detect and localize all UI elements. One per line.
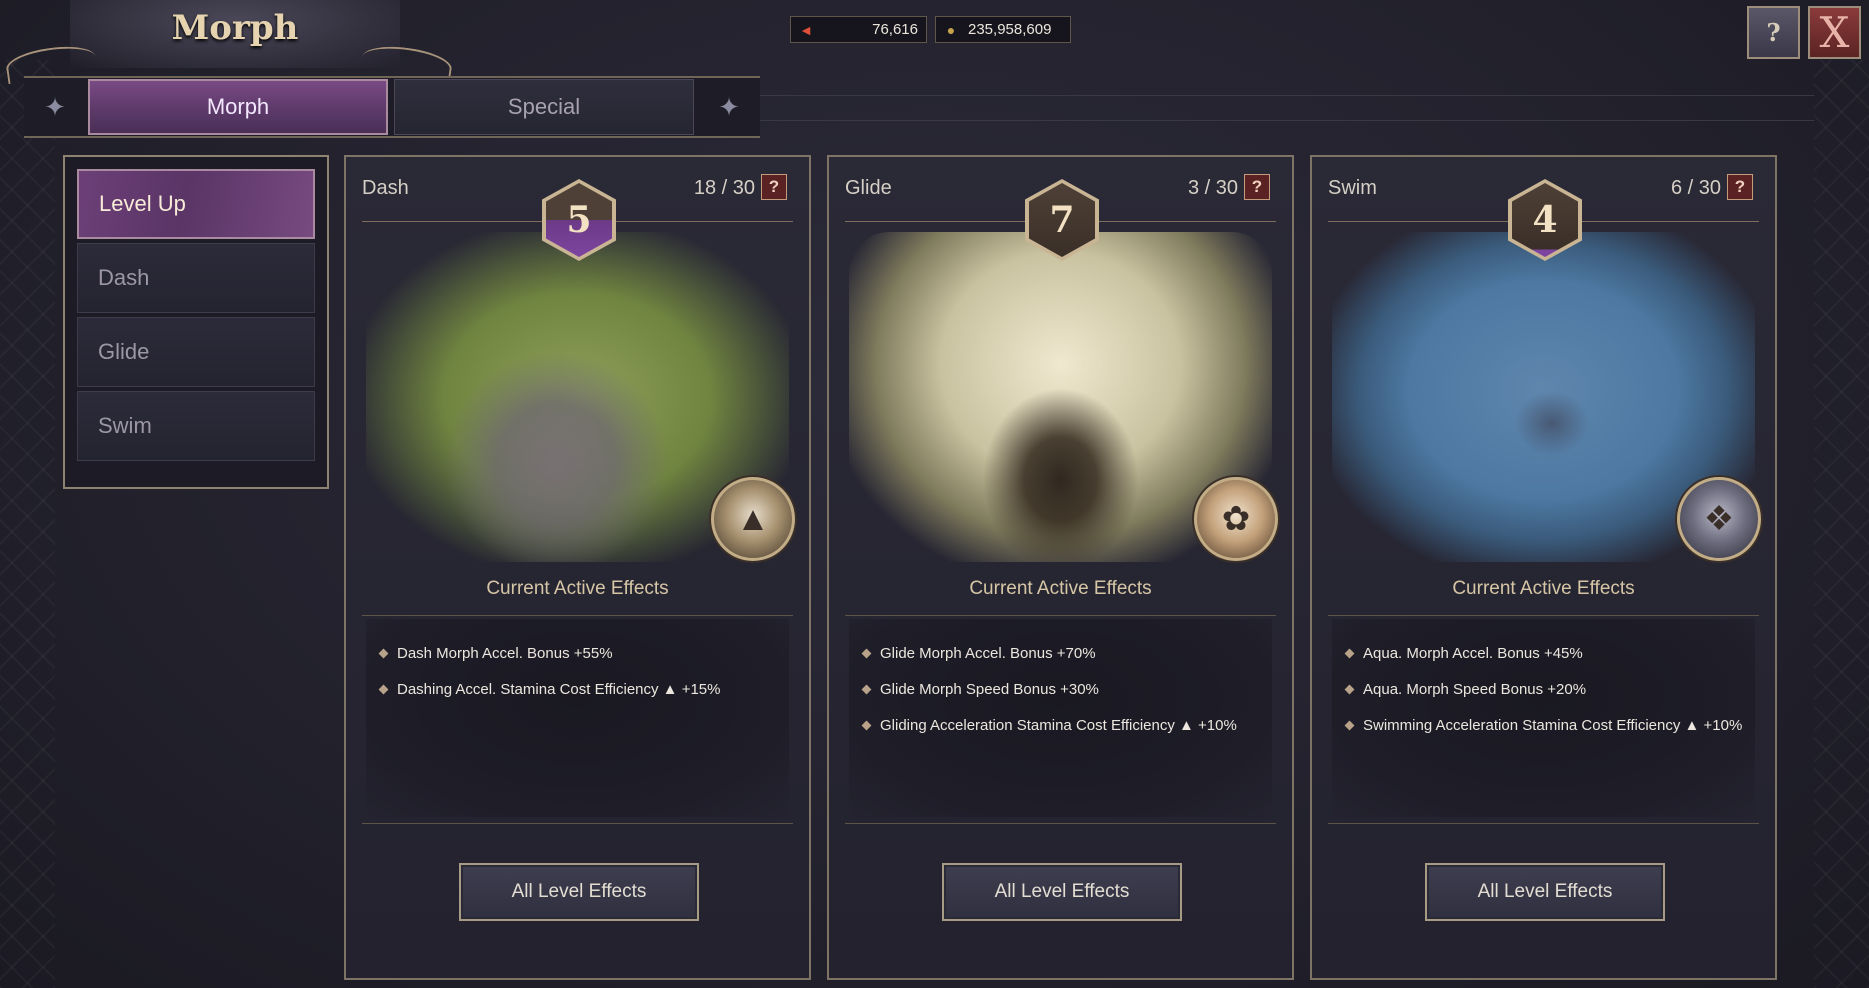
card-title: Swim xyxy=(1328,177,1377,199)
dragon-glyph: ❖ xyxy=(1703,500,1735,538)
window-title: Morph xyxy=(171,8,299,48)
sidebar-item-glide[interactable]: Glide xyxy=(77,317,315,387)
effects-title: Current Active Effects xyxy=(486,578,669,599)
silver-currency: ● 235,958,609 xyxy=(935,16,1071,43)
ticket-value: 76,616 xyxy=(872,21,918,38)
sidebar-item-dash[interactable]: Dash xyxy=(77,243,315,313)
level-value: 7 xyxy=(1029,183,1095,257)
tab-special[interactable]: Special xyxy=(394,79,694,135)
effects-divider xyxy=(362,823,793,824)
header-divider xyxy=(760,95,1814,96)
effect-item: Gliding Acceleration Stamina Cost Effici… xyxy=(863,707,1322,743)
effect-item: Aqua. Morph Accel. Bonus +45% xyxy=(1346,635,1775,671)
effects-divider xyxy=(845,823,1276,824)
help-button[interactable]: ? xyxy=(1747,6,1800,59)
effects-title: Current Active Effects xyxy=(969,578,1152,599)
help-book-icon: ? xyxy=(1766,18,1781,47)
close-button[interactable]: X xyxy=(1808,6,1861,59)
silver-value: 235,958,609 xyxy=(968,21,1052,38)
effects-divider xyxy=(1328,615,1759,616)
effects-title: Current Active Effects xyxy=(1452,578,1635,599)
tab-next-arrow-icon[interactable]: ✦ xyxy=(698,76,760,138)
tab-morph[interactable]: Morph xyxy=(88,79,388,135)
right-border-pattern xyxy=(1814,60,1869,988)
effects-list: Dash Morph Accel. Bonus +55% Dashing Acc… xyxy=(380,635,839,707)
question-icon[interactable]: ? xyxy=(1727,174,1753,200)
effect-item: Aqua. Morph Speed Bonus +20% xyxy=(1346,671,1775,707)
tab-prev-arrow-icon[interactable]: ✦ xyxy=(24,76,86,138)
close-x-icon: X xyxy=(1819,8,1850,57)
effect-item: Dash Morph Accel. Bonus +55% xyxy=(380,635,839,671)
card-progress: 18 / 30 xyxy=(693,177,755,199)
effects-clip: Aqua. Morph Accel. Bonus +45% Aqua. Morp… xyxy=(1312,627,1775,757)
effect-item: Swimming Acceleration Stamina Cost Effic… xyxy=(1346,707,1775,743)
effect-item: Glide Morph Accel. Bonus +70% xyxy=(863,635,1322,671)
card-progress: 6 / 30 xyxy=(1670,177,1721,199)
all-level-effects-button[interactable]: All Level Effects xyxy=(459,863,699,921)
sidebar: Level Up Dash Glide Swim xyxy=(63,155,329,489)
all-level-effects-button[interactable]: All Level Effects xyxy=(942,863,1182,921)
header-divider xyxy=(760,120,1814,121)
effects-divider xyxy=(362,615,793,616)
all-level-effects-button[interactable]: All Level Effects xyxy=(1425,863,1665,921)
card-clip xyxy=(1312,157,1775,978)
level-value: 4 xyxy=(1512,183,1578,257)
card-progress: 3 / 30 xyxy=(1187,177,1238,199)
left-border-pattern xyxy=(0,60,55,988)
card-title: Glide xyxy=(845,177,892,199)
card-clip xyxy=(346,157,809,978)
morph-card-swim: Swim 6 / 30 ? 4 ❖ Current Active Effects… xyxy=(1310,155,1777,980)
deer-portrait-icon[interactable]: ▲ xyxy=(711,477,795,561)
morph-card-glide: Glide 3 / 30 ? 7 ✿ Current Active Effect… xyxy=(827,155,1294,980)
effects-divider xyxy=(845,615,1276,616)
level-value: 5 xyxy=(546,183,612,257)
ticket-icon: ◄ xyxy=(799,21,813,38)
coin-icon: ● xyxy=(946,21,956,38)
effect-item: Glide Morph Speed Bonus +30% xyxy=(863,671,1322,707)
card-title: Dash xyxy=(362,177,409,199)
rabbit-glyph: ✿ xyxy=(1221,500,1251,538)
ticket-currency: ◄ 76,616 xyxy=(790,16,927,43)
effects-list: Aqua. Morph Accel. Bonus +45% Aqua. Morp… xyxy=(1346,635,1775,743)
dragon-portrait-icon[interactable]: ❖ xyxy=(1677,477,1761,561)
effects-divider xyxy=(1328,823,1759,824)
question-icon[interactable]: ? xyxy=(761,174,787,200)
sidebar-item-level-up[interactable]: Level Up xyxy=(77,169,315,239)
deer-glyph: ▲ xyxy=(736,499,770,538)
effects-list: Glide Morph Accel. Bonus +70% Glide Morp… xyxy=(863,635,1322,743)
question-icon[interactable]: ? xyxy=(1244,174,1270,200)
rabbit-portrait-icon[interactable]: ✿ xyxy=(1194,477,1278,561)
effect-item: Dashing Accel. Stamina Cost Efficiency ▲… xyxy=(380,671,839,707)
sidebar-item-swim[interactable]: Swim xyxy=(77,391,315,461)
card-clip xyxy=(829,157,1292,978)
morph-card-dash: Dash 18 / 30 ? 5 ▲ Current Active Effect… xyxy=(344,155,811,980)
